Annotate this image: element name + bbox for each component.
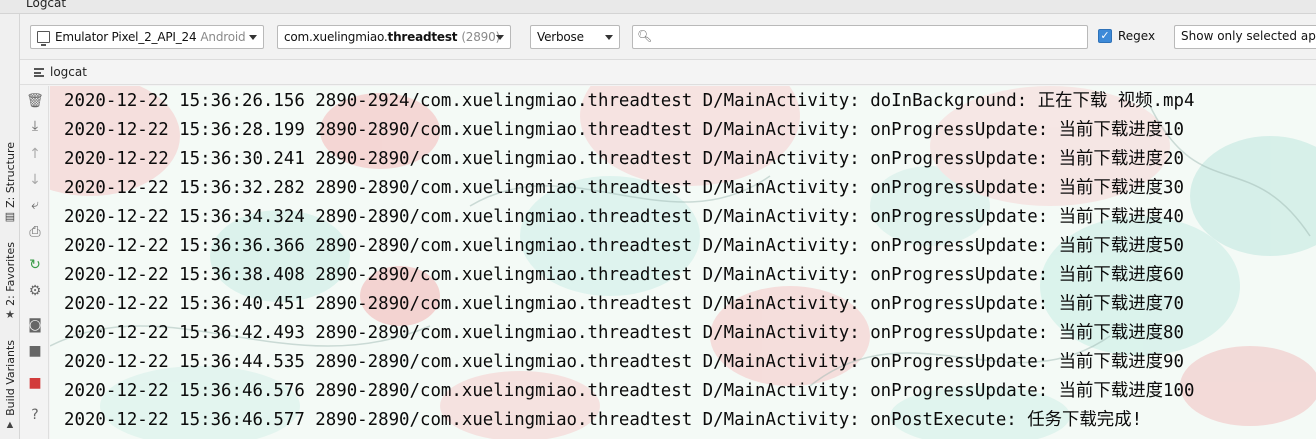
favorites-tab-label: 2: Favorites [3, 242, 17, 306]
chevron-down-icon [605, 35, 613, 40]
regex-toggle[interactable]: ✓ Regex [1098, 29, 1155, 43]
process-prefix: com.xuelingmiao. [284, 30, 388, 44]
help-icon[interactable]: ? [26, 406, 44, 424]
regex-checkbox[interactable]: ✓ [1098, 29, 1112, 43]
print-icon[interactable]: ⎙ [26, 223, 44, 241]
scroll-to-end-icon[interactable]: ⤓ [26, 117, 44, 135]
log-line: 2020-12-22 15:36:34.324 2890-2890/com.xu… [64, 207, 1184, 227]
log-level-value: Verbose [537, 30, 584, 44]
regex-label: Regex [1118, 29, 1156, 43]
log-line: 2020-12-22 15:36:26.156 2890-2924/com.xu… [64, 91, 1195, 111]
logcat-menu-icon[interactable] [34, 68, 44, 77]
favorites-tab[interactable]: 2: Favorites ★ [2, 242, 18, 321]
log-line: 2020-12-22 15:36:28.199 2890-2890/com.xu… [64, 120, 1184, 140]
restart-icon[interactable]: ↻ [26, 256, 44, 274]
process-name: threadtest [387, 30, 458, 44]
log-line: 2020-12-22 15:36:32.282 2890-2890/com.xu… [64, 178, 1184, 198]
structure-tab[interactable]: Z: Structure ▤ [2, 142, 18, 223]
down-arrow-icon[interactable]: ↓ [26, 171, 44, 189]
log-level-selector[interactable]: Verbose [530, 25, 620, 49]
chevron-down-icon [496, 35, 504, 40]
filter-configuration-selector[interactable]: Show only selected app [1174, 25, 1316, 49]
device-selector[interactable]: Emulator Pixel_2_API_24 Android [30, 25, 264, 49]
build-variants-icon: ▲ [4, 418, 16, 431]
screen-record-icon[interactable]: ■ [26, 342, 44, 360]
log-line: 2020-12-22 15:36:42.493 2890-2890/com.xu… [64, 323, 1184, 343]
device-icon [37, 31, 50, 46]
tool-window-title-bar: Logcat [0, 0, 1316, 14]
settings-icon[interactable]: ⚙ [26, 282, 44, 300]
clear-logcat-icon[interactable]: 🗑 [26, 92, 44, 110]
soft-wrap-icon[interactable]: ⤶ [26, 196, 44, 214]
chevron-down-icon [249, 35, 257, 40]
left-tool-stripe: Z: Structure ▤ 2: Favorites ★ Build Vari… [0, 14, 20, 439]
log-line: 2020-12-22 15:36:40.451 2890-2890/com.xu… [64, 294, 1184, 314]
log-line: 2020-12-22 15:36:38.408 2890-2890/com.xu… [64, 265, 1184, 285]
star-icon: ★ [5, 308, 15, 321]
search-input[interactable] [657, 28, 1077, 46]
device-name: Emulator Pixel_2_API_24 [55, 30, 197, 44]
process-pid: (2890) [461, 30, 501, 44]
log-line: 2020-12-22 15:36:44.535 2890-2890/com.xu… [64, 352, 1184, 372]
device-suffix: Android [200, 30, 246, 44]
build-variants-tab-label: Build Variants [3, 340, 17, 416]
log-line: 2020-12-22 15:36:46.576 2890-2890/com.xu… [64, 381, 1195, 401]
log-line: 2020-12-22 15:36:46.577 2890-2890/com.xu… [64, 410, 1143, 430]
process-selector[interactable]: com.xuelingmiao. threadtest (2890) [277, 25, 511, 49]
log-line: 2020-12-22 15:36:36.366 2890-2890/com.xu… [64, 236, 1184, 256]
build-variants-tab[interactable]: Build Variants ▲ [2, 340, 18, 431]
up-arrow-icon[interactable]: ↑ [26, 145, 44, 163]
logcat-actions-toolbar: 🗑 ⤓ ↑ ↓ ⤶ ⎙ ↻ ⚙ ◙ ■ ■? [20, 86, 49, 439]
window-title: Logcat [26, 0, 67, 10]
stop-icon[interactable]: ■ [26, 374, 44, 392]
logcat-tab-header: logcat [20, 60, 1316, 85]
structure-icon: ▤ [4, 210, 16, 223]
search-box[interactable]: 🔍︎ [632, 25, 1088, 49]
screenshot-icon[interactable]: ◙ [26, 316, 44, 334]
structure-tab-label: Z: Structure [3, 142, 17, 208]
log-line: 2020-12-22 15:36:30.241 2890-2890/com.xu… [64, 149, 1184, 169]
log-output[interactable]: 2020-12-22 15:36:26.156 2890-2924/com.xu… [50, 86, 1316, 439]
tab-logcat[interactable]: logcat [50, 65, 87, 79]
search-icon: 🔍︎ [637, 29, 653, 43]
logcat-toolbar: Emulator Pixel_2_API_24 Android com.xuel… [20, 14, 1316, 60]
